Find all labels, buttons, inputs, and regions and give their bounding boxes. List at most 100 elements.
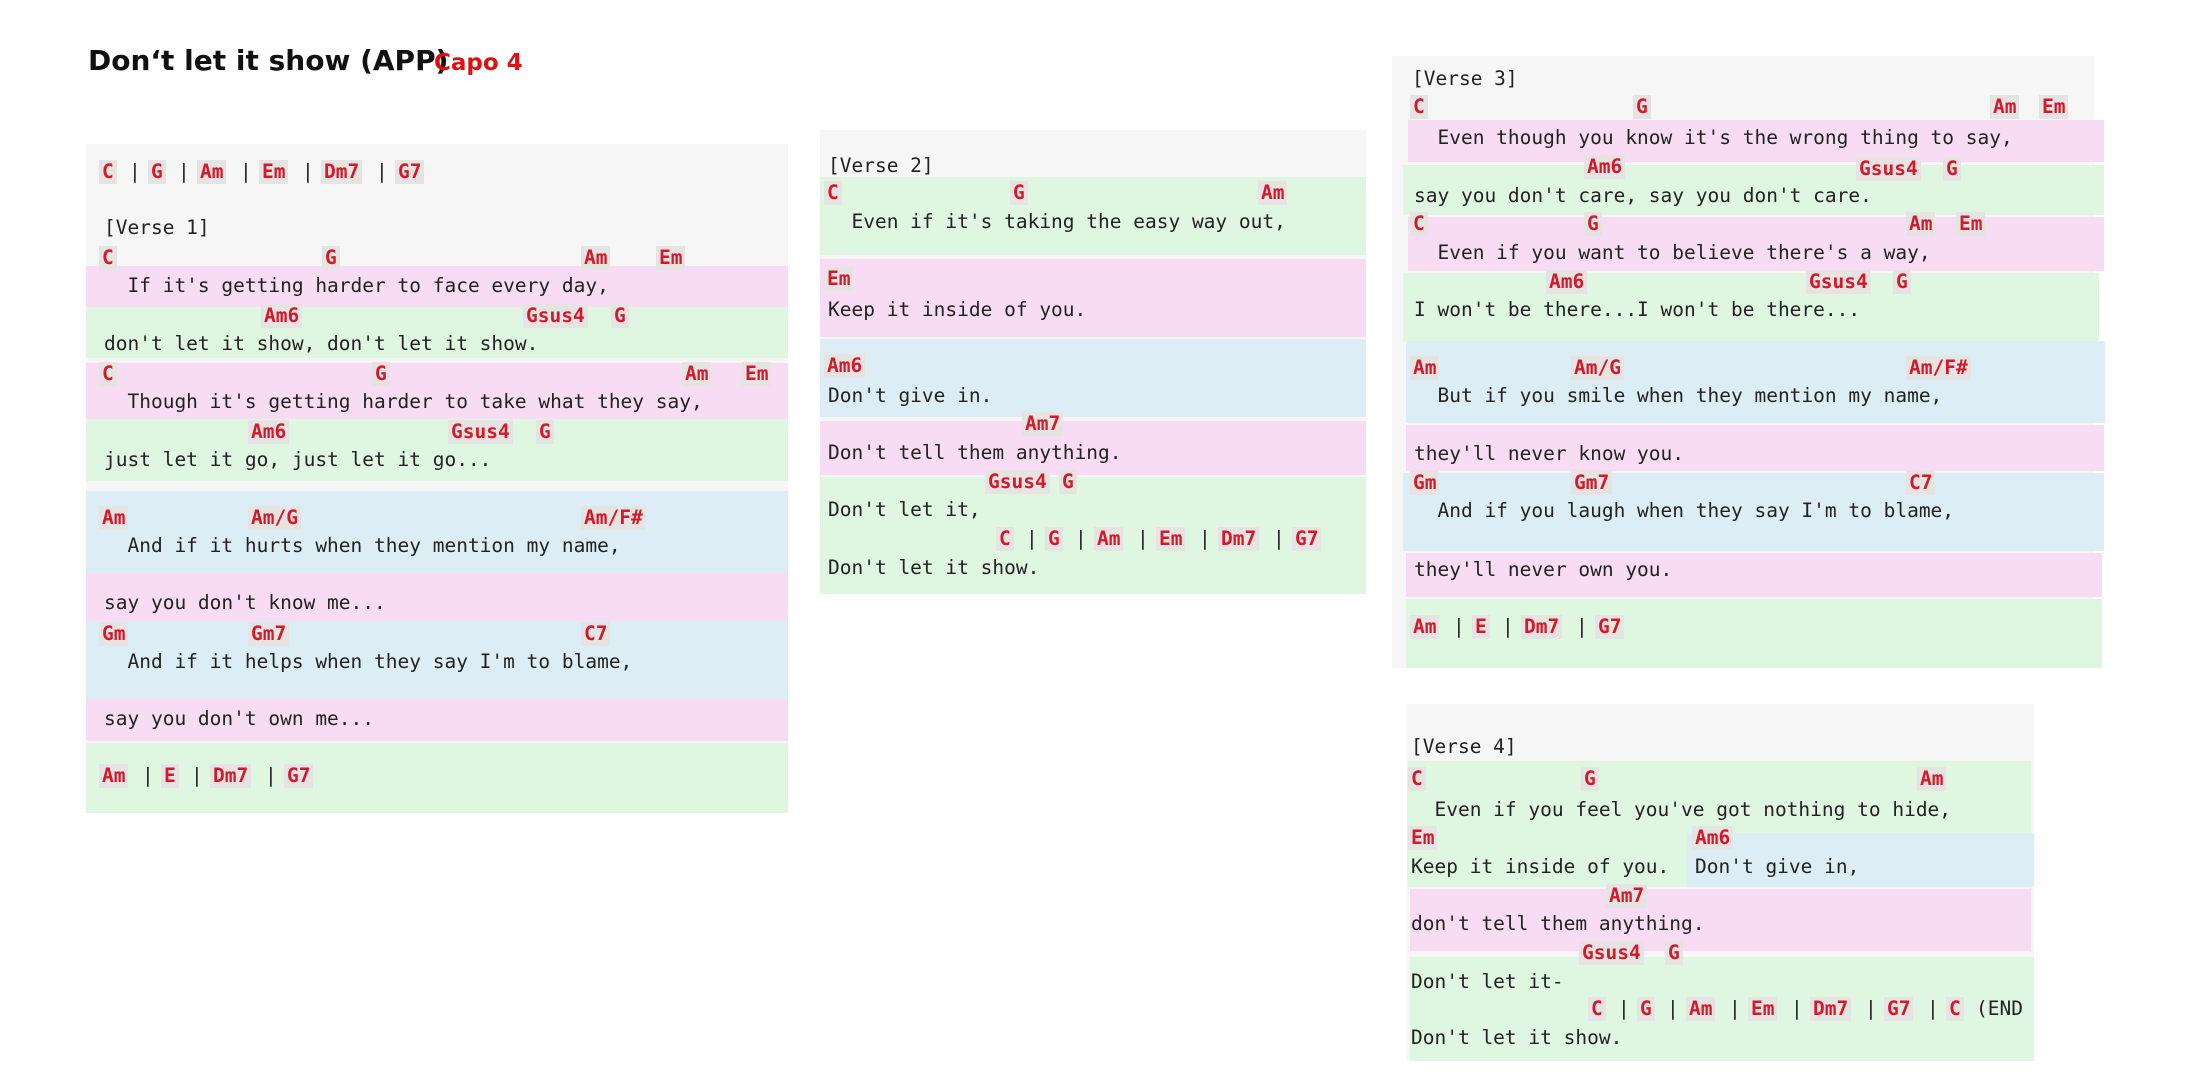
lyric-line: I won't be there...I won't be there...: [1414, 298, 1861, 321]
chord: C: [1946, 997, 1964, 1021]
chord: C: [1410, 212, 1428, 236]
chord: Am/F#: [581, 506, 646, 530]
verse3-line-5: [1406, 341, 2105, 423]
chord: Em: [1748, 997, 1778, 1021]
chord: G: [322, 246, 340, 270]
chord: Gsus4: [1806, 270, 1871, 294]
chord: Am6: [1584, 155, 1626, 179]
bar-separator: |: [129, 160, 141, 183]
lyric-line: Don't let it-: [1411, 970, 1564, 993]
chord: Am: [1410, 615, 1440, 639]
chord: E: [161, 764, 179, 788]
chord: G: [1010, 181, 1028, 205]
chord: G: [1045, 527, 1063, 551]
chord: Am7: [1022, 412, 1064, 436]
bar-separator: |: [191, 764, 203, 787]
chord: C: [996, 527, 1014, 551]
chord: G: [148, 160, 166, 184]
lyric-line: Even if you feel you've got nothing to h…: [1411, 798, 1952, 821]
chord: C: [1588, 997, 1606, 1021]
lyric-line: Don't tell them anything.: [828, 441, 1122, 464]
lyric-line: Keep it inside of you.: [1411, 855, 1670, 878]
chord: Em: [1408, 826, 1438, 850]
chord: Gm: [99, 622, 129, 646]
chord: Am: [682, 362, 712, 386]
bar-separator: |: [240, 160, 252, 183]
bar-separator: |: [1273, 527, 1285, 550]
lyric-line: say you don't care, say you don't care.: [1414, 184, 1872, 207]
bar-separator: |: [1453, 615, 1465, 638]
lyric-line: don't let it show, don't let it show.: [104, 332, 539, 355]
chord: G: [536, 420, 554, 444]
chord: Am/G: [1571, 356, 1624, 380]
chord: G7: [395, 160, 425, 184]
verse2-label: [Verse 2]: [828, 154, 934, 177]
capo-label: Capo 4: [434, 50, 523, 76]
bar-separator: |: [1576, 615, 1588, 638]
chord: Am: [99, 506, 129, 530]
chord: Gsus4: [523, 304, 588, 328]
bar-separator: |: [1865, 997, 1877, 1020]
chord: Gm7: [1571, 471, 1613, 495]
chord: G: [1581, 767, 1599, 791]
chord: Am6: [1692, 826, 1734, 850]
chord: Am: [1917, 767, 1947, 791]
bar-separator: |: [1502, 615, 1514, 638]
end-note: (END: [1976, 997, 2023, 1020]
chord: G: [1059, 470, 1077, 494]
chord: Am: [197, 160, 227, 184]
chord: Am: [99, 764, 129, 788]
verse4-label: [Verse 4]: [1411, 735, 1517, 758]
bar-separator: |: [1026, 527, 1038, 550]
lyric-line: don't tell them anything.: [1411, 912, 1705, 935]
chord: Am: [581, 246, 611, 270]
chord: Em: [259, 160, 289, 184]
song-title: Don‘t let it show (APP): [88, 44, 449, 77]
lyric-line: they'll never know you.: [1414, 442, 1685, 465]
lyric-line: say you don't know me...: [104, 591, 386, 614]
bar-separator: |: [1199, 527, 1211, 550]
chord: Gsus4: [1856, 157, 1921, 181]
chord: G: [611, 304, 629, 328]
verse1-line-5: [86, 491, 788, 573]
chord: Em: [824, 267, 854, 291]
chord: Gsus4: [1579, 941, 1644, 965]
chord: Am/G: [248, 506, 301, 530]
chord: Em: [2039, 95, 2069, 119]
bar-separator: |: [1075, 527, 1087, 550]
lyric-line: Keep it inside of you.: [828, 298, 1087, 321]
chord: Am: [1686, 997, 1716, 1021]
chord: C: [99, 362, 117, 386]
bar-separator: |: [178, 160, 190, 183]
chord: G: [1633, 95, 1651, 119]
lyric-line: Don't let it show.: [1411, 1026, 1623, 1049]
chord: Am: [1410, 356, 1440, 380]
lyric-line: Don't let it,: [828, 498, 981, 521]
lyric-line: Even if it's taking the easy way out,: [828, 210, 1286, 233]
chord: G: [1665, 941, 1683, 965]
chord: Am: [1258, 181, 1288, 205]
bar-separator: |: [1791, 997, 1803, 1020]
bar-separator: |: [1667, 997, 1679, 1020]
chord: Am6: [824, 354, 866, 378]
chord: Em: [742, 362, 772, 386]
verse1-label: [Verse 1]: [104, 216, 210, 239]
bar-separator: |: [1618, 997, 1630, 1020]
lyric-line: Don't let it show.: [828, 556, 1040, 579]
chord: C7: [581, 622, 611, 646]
chord: G7: [1595, 615, 1625, 639]
chord: Am7: [1606, 884, 1648, 908]
chord: Am/F#: [1906, 356, 1971, 380]
lyric-line: And if you laugh when they say I'm to bl…: [1414, 499, 1955, 522]
chord: C: [99, 246, 117, 270]
lyric-line: say you don't own me...: [104, 707, 375, 730]
chord: Dm7: [210, 764, 252, 788]
chord: G7: [1884, 997, 1914, 1021]
chord: C7: [1906, 471, 1936, 495]
lyric-line: Don't give in,: [1695, 855, 1860, 878]
chord: Am: [1906, 212, 1936, 236]
chord: G: [1943, 157, 1961, 181]
verse3-label: [Verse 3]: [1412, 67, 1518, 90]
chord: C: [99, 160, 117, 184]
lyric-line: But if you smile when they mention my na…: [1414, 384, 1943, 407]
